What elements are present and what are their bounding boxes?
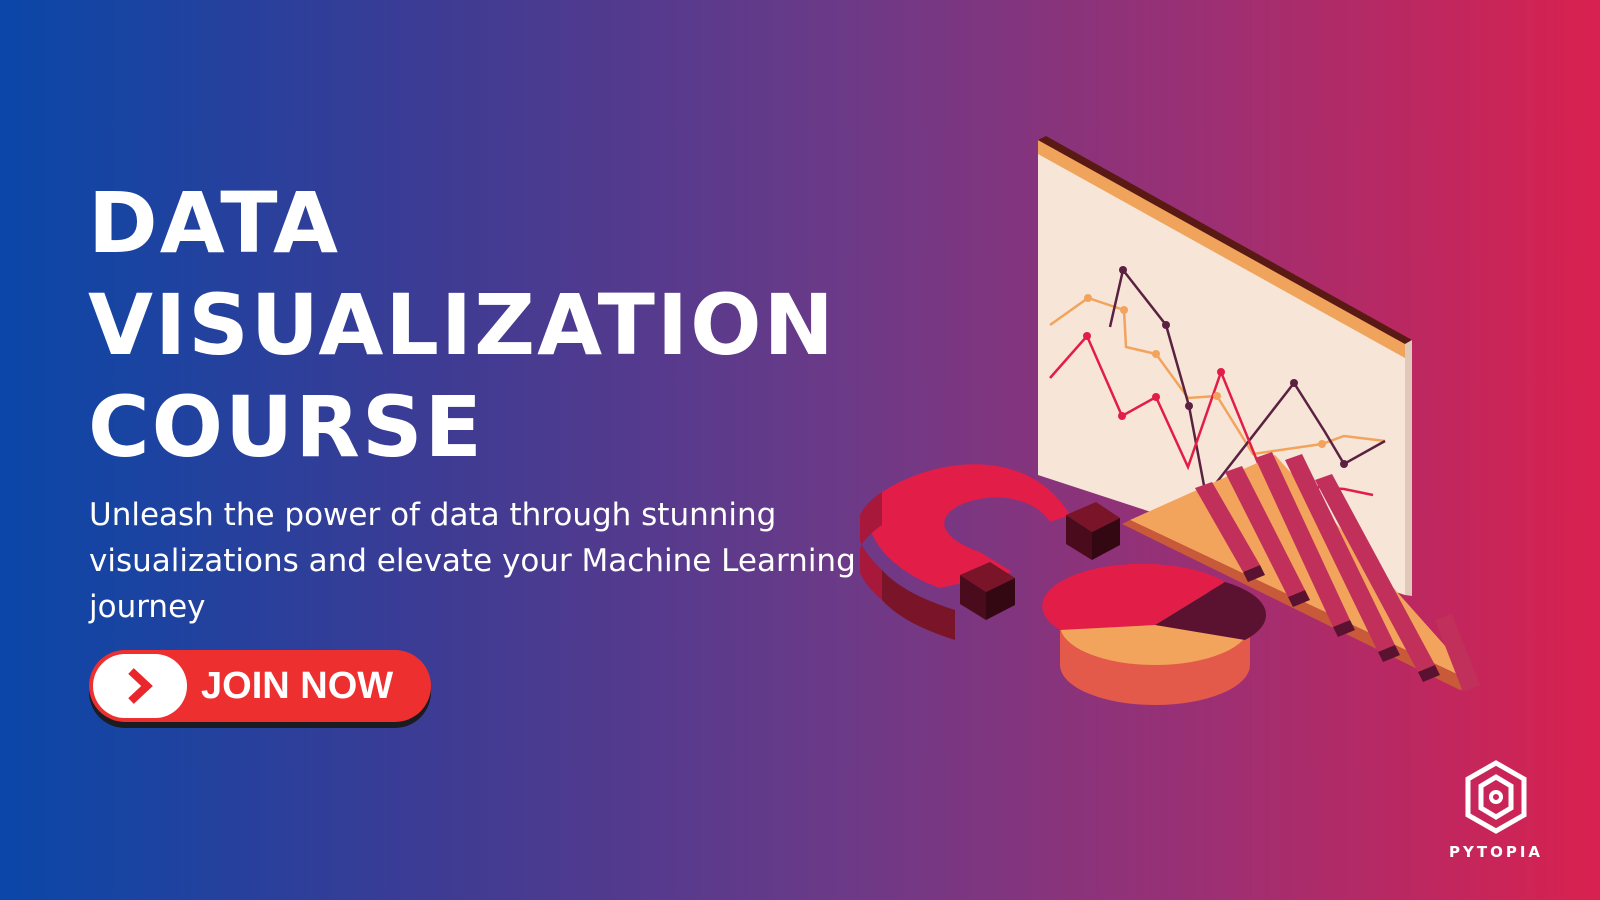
subtitle-text: Unleash the power of data through stunni…: [89, 497, 856, 625]
pie-chart-icon: [1042, 563, 1267, 705]
join-now-button[interactable]: JOIN NOW: [89, 650, 431, 722]
chevron-badge: [93, 654, 187, 718]
join-now-label: JOIN NOW: [201, 665, 394, 707]
title-line-2: VISUALIZATION: [88, 276, 836, 374]
title-line-3: COURSE: [88, 378, 484, 476]
chevron-right-icon: [128, 668, 153, 704]
brand-name: PYTOPIA: [1448, 843, 1544, 861]
pytopia-hexagon-logo: [1465, 760, 1527, 834]
page-title: DATA VISUALIZATION COURSE: [88, 172, 836, 478]
data-illustration: [860, 136, 1480, 705]
brand-logo: PYTOPIA: [1448, 760, 1544, 861]
title-line-1: DATA: [88, 174, 341, 272]
